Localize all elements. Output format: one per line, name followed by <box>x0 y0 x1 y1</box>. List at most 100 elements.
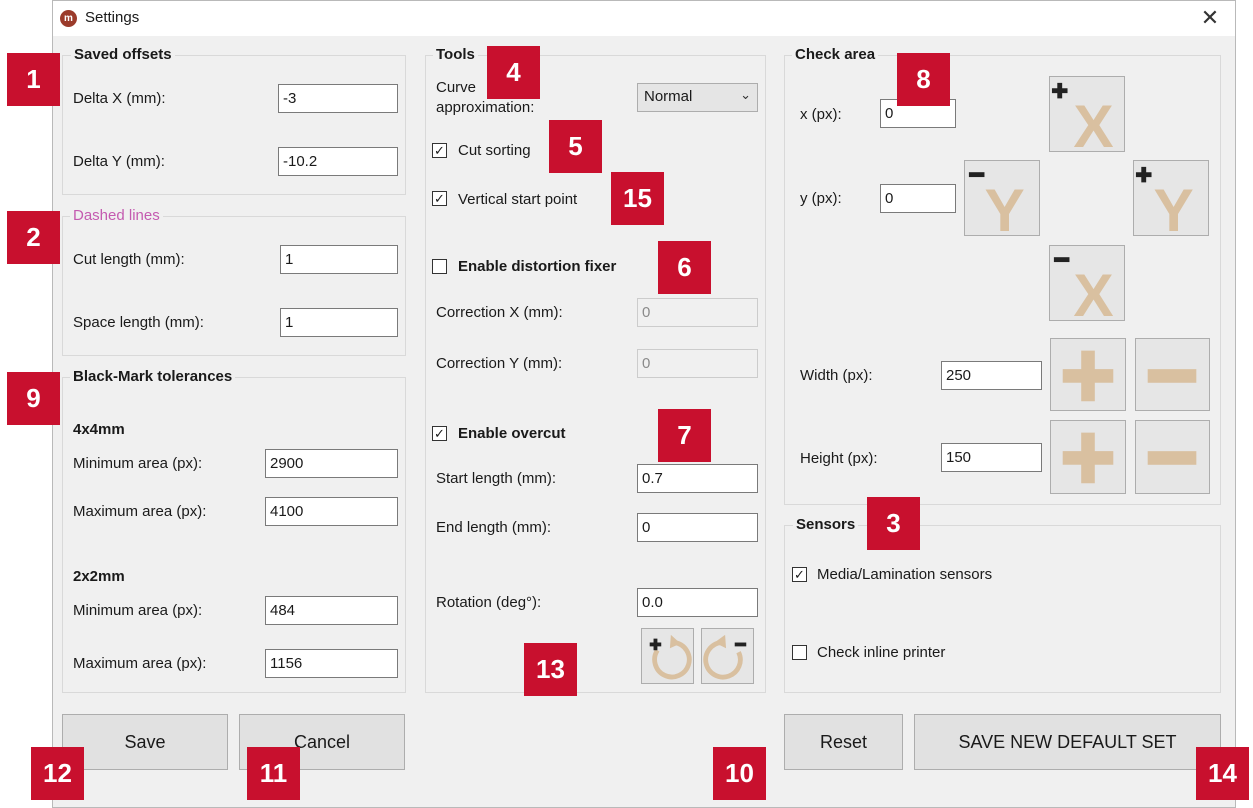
callout-badge-4: 4 <box>487 46 540 99</box>
min-area-2x2-input[interactable]: 484 <box>265 596 398 625</box>
height-px-label: Height (px): <box>800 450 878 467</box>
callout-badge-14: 14 <box>1196 747 1249 800</box>
start-length-input[interactable]: 0.7 <box>637 464 758 493</box>
plus-y-button[interactable]: Y <box>1133 160 1209 236</box>
width-px-label: Width (px): <box>800 367 873 384</box>
callout-badge-2: 2 <box>7 211 60 264</box>
cut-sorting-label: Cut sorting <box>458 142 531 159</box>
callout-badge-7: 7 <box>658 409 711 462</box>
callout-badge-3: 3 <box>867 497 920 550</box>
black-mark-4x4-title: 4x4mm <box>73 421 125 438</box>
rotation-input[interactable]: 0.0 <box>637 588 758 617</box>
max-area-2x2-label: Maximum area (px): <box>73 655 207 672</box>
y-px-label: y (px): <box>800 190 842 207</box>
plus-x-button[interactable]: X <box>1049 76 1125 152</box>
callout-badge-13: 13 <box>524 643 577 696</box>
app-logo-icon: m <box>60 10 77 27</box>
callout-badge-11: 11 <box>247 747 300 800</box>
width-px-input[interactable]: 250 <box>941 361 1042 390</box>
min-area-2x2-label: Minimum area (px): <box>73 602 203 619</box>
rotate-counterclockwise-plus-icon <box>649 634 692 680</box>
svg-text:Y: Y <box>984 176 1024 235</box>
save-button[interactable]: Save <box>62 714 228 770</box>
callout-badge-9: 9 <box>7 372 60 425</box>
width-plus-button[interactable] <box>1050 338 1126 411</box>
minus-icon <box>1147 451 1197 465</box>
space-length-input[interactable]: 1 <box>280 308 398 337</box>
minus-y-icon: Y <box>968 172 1025 235</box>
callout-badge-5: 5 <box>549 120 602 173</box>
title-bar <box>52 0 1236 36</box>
space-length-label: Space length (mm): <box>73 314 204 331</box>
cut-sorting-checkbox[interactable]: ✓ <box>432 143 447 158</box>
close-icon[interactable]: ✕ <box>1196 4 1224 32</box>
minus-x-icon: X <box>1053 257 1114 320</box>
min-area-4x4-input[interactable]: 2900 <box>265 449 398 478</box>
delta-x-input[interactable]: -3 <box>278 84 398 113</box>
curve-approximation-label-line2: approximation: <box>436 99 535 116</box>
callout-badge-15: 15 <box>611 172 664 225</box>
callout-badge-1: 1 <box>7 53 60 106</box>
rotate-clockwise-minus-icon <box>703 634 747 680</box>
svg-text:Y: Y <box>1153 176 1193 235</box>
inline-printer-checkbox[interactable] <box>792 645 807 660</box>
overcut-label: Enable overcut <box>458 425 566 442</box>
max-area-2x2-input[interactable]: 1156 <box>265 649 398 678</box>
callout-badge-6: 6 <box>658 241 711 294</box>
delta-y-label: Delta Y (mm): <box>73 153 165 170</box>
black-mark-title: Black-Mark tolerances <box>70 368 236 385</box>
media-lamination-checkbox[interactable]: ✓ <box>792 567 807 582</box>
callout-badge-10: 10 <box>713 747 766 800</box>
height-minus-button[interactable] <box>1135 420 1210 494</box>
vertical-start-label: Vertical start point <box>458 191 578 208</box>
correction-x-label: Correction X (mm): <box>436 304 563 321</box>
curve-approximation-value: Normal <box>644 88 693 105</box>
chevron-down-icon: ⌄ <box>740 87 751 102</box>
delta-x-label: Delta X (mm): <box>73 90 166 107</box>
height-px-input[interactable]: 150 <box>941 443 1042 472</box>
height-plus-button[interactable] <box>1050 420 1126 494</box>
save-new-default-set-button[interactable]: SAVE NEW DEFAULT SET <box>914 714 1221 770</box>
correction-y-input[interactable]: 0 <box>637 349 758 378</box>
sensors-title: Sensors <box>793 516 859 533</box>
max-area-4x4-label: Maximum area (px): <box>73 503 207 520</box>
overcut-checkbox[interactable]: ✓ <box>432 426 447 441</box>
max-area-4x4-input[interactable]: 4100 <box>265 497 398 526</box>
tools-title: Tools <box>433 46 478 63</box>
cut-length-input[interactable]: 1 <box>280 245 398 274</box>
dashed-lines-title: Dashed lines <box>70 207 163 224</box>
rotate-minus-button[interactable] <box>701 628 754 684</box>
sensors-group <box>784 525 1221 693</box>
saved-offsets-title: Saved offsets <box>71 46 175 63</box>
delta-y-input[interactable]: -10.2 <box>278 147 398 176</box>
reset-button[interactable]: Reset <box>784 714 903 770</box>
media-lamination-label: Media/Lamination sensors <box>817 566 993 583</box>
distortion-fixer-label: Enable distortion fixer <box>458 258 617 275</box>
width-minus-button[interactable] <box>1135 338 1210 411</box>
cut-length-label: Cut length (mm): <box>73 251 185 268</box>
distortion-fixer-checkbox[interactable] <box>432 259 447 274</box>
start-length-label: Start length (mm): <box>436 470 557 487</box>
callout-badge-12: 12 <box>31 747 84 800</box>
curve-approximation-select[interactable]: Normal ⌄ <box>637 83 758 112</box>
minus-x-button[interactable]: X <box>1049 245 1125 321</box>
minus-y-button[interactable]: Y <box>964 160 1040 236</box>
rotate-plus-button[interactable] <box>641 628 694 684</box>
inline-printer-label: Check inline printer <box>817 644 946 661</box>
min-area-4x4-label: Minimum area (px): <box>73 455 203 472</box>
plus-y-icon: Y <box>1135 166 1194 235</box>
check-area-title: Check area <box>792 46 879 63</box>
correction-x-input[interactable]: 0 <box>637 298 758 327</box>
black-mark-2x2-title: 2x2mm <box>73 568 125 585</box>
x-px-label: x (px): <box>800 106 842 123</box>
vertical-start-checkbox[interactable]: ✓ <box>432 191 447 206</box>
plus-x-icon: X <box>1051 82 1114 151</box>
end-length-label: End length (mm): <box>436 519 552 536</box>
rotation-label: Rotation (deg°): <box>436 594 542 611</box>
correction-y-label: Correction Y (mm): <box>436 355 563 372</box>
end-length-input[interactable]: 0 <box>637 513 758 542</box>
svg-text:X: X <box>1073 92 1113 151</box>
curve-approximation-label-line1: Curve <box>436 79 477 96</box>
window-title: Settings <box>85 9 140 26</box>
y-px-input[interactable]: 0 <box>880 184 956 213</box>
